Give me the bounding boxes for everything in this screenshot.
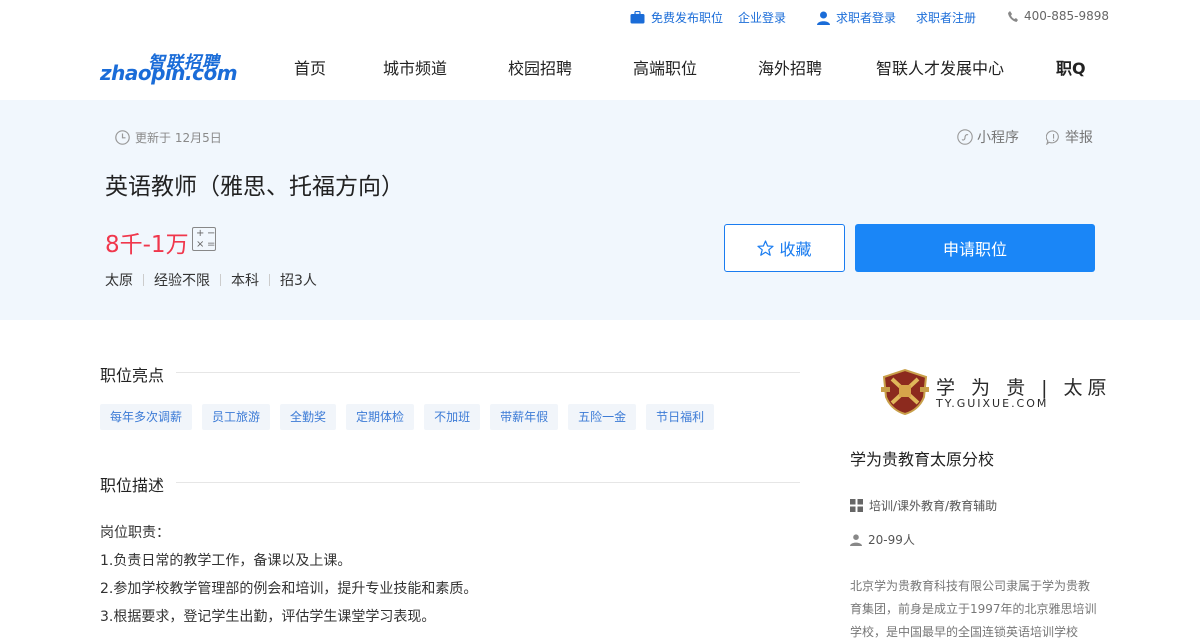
- highlight-tag: 节日福利: [646, 404, 715, 430]
- company-name[interactable]: 学为贵教育太原分校: [850, 446, 994, 470]
- company-logo-url: TY.GUIXUE.COM: [936, 397, 1049, 410]
- job-title: 英语教师（雅思、托福方向）: [105, 174, 404, 200]
- divider: [176, 482, 800, 483]
- job-summary-banner: 更新于 12月5日 小程序 举报 英语教师（雅思、托福方向） 8千-1万 + −…: [0, 100, 1200, 320]
- seeker-login-link[interactable]: 求职者登录: [817, 9, 896, 26]
- salary-calculator-icon[interactable]: + − × =: [192, 227, 216, 251]
- job-requirements: 太原 经验不限 本科 招3人: [105, 270, 317, 290]
- favorite-label: 收藏: [779, 240, 812, 259]
- phone-icon: [1008, 10, 1018, 22]
- company-intro: 北京学为贵教育科技有限公司隶属于学为贵教育集团，前身是成立于1997年的北京雅思…: [850, 579, 1097, 639]
- req-headcount: 招3人: [280, 273, 317, 289]
- main-header: 智联招聘 zhaopin.com 首页 城市频道 校园招聘 高端职位 海外招聘 …: [0, 34, 1200, 100]
- mini-program-icon: [957, 129, 973, 145]
- description-heading: 职位描述: [100, 476, 165, 495]
- favorite-button[interactable]: 收藏: [724, 224, 845, 272]
- hotline: 400-885-9898: [1008, 9, 1109, 23]
- zhaopin-logo[interactable]: 智联招聘 zhaopin.com: [100, 48, 238, 90]
- company-industry-text: 培训/课外教育/教育辅助: [869, 499, 998, 513]
- user-icon: [817, 11, 830, 25]
- seeker-login-label: 求职者登录: [836, 11, 897, 25]
- divider: [269, 274, 270, 286]
- description-line: 岗位职责：: [100, 525, 170, 541]
- mini-program-label: 小程序: [977, 130, 1019, 146]
- company-size: 20-99人: [850, 531, 915, 548]
- req-city: 太原: [105, 273, 133, 289]
- highlights-heading: 职位亮点: [100, 366, 165, 385]
- post-job-link[interactable]: 免费发布职位: [630, 9, 723, 26]
- nav-talent-center[interactable]: 智联人才发展中心: [876, 55, 1004, 79]
- post-job-label: 免费发布职位: [651, 11, 724, 25]
- clock-icon: [115, 130, 130, 145]
- briefcase-icon: [630, 11, 645, 24]
- mini-program-link[interactable]: 小程序: [957, 127, 1019, 147]
- logo-text-en: zhaopin.com: [100, 61, 238, 85]
- job-description: 岗位职责： 1.负责日常的教学工作，备课以及上课。 2.参加学校教学管理部的例会…: [100, 519, 477, 631]
- grid-icon: [850, 499, 863, 512]
- nav-home[interactable]: 首页: [294, 55, 326, 79]
- company-industry: 培训/课外教育/教育辅助: [850, 497, 997, 514]
- salary: 8千-1万: [105, 232, 189, 258]
- highlight-tag: 全勤奖: [280, 404, 337, 430]
- highlight-tag: 不加班: [424, 404, 481, 430]
- description-line: 1.负责日常的教学工作，备课以及上课。: [100, 553, 352, 569]
- seeker-register-link[interactable]: 求职者注册: [916, 9, 976, 26]
- description-line: 2.参加学校教学管理部的例会和培训，提升专业技能和素质。: [100, 581, 478, 597]
- company-logo[interactable]: 学 为 贵 | 太原 TY.GUIXUE.COM: [880, 367, 1107, 417]
- highlight-tag: 每年多次调薪: [100, 404, 193, 430]
- divider: [220, 274, 221, 286]
- nav-city-channel[interactable]: 城市频道: [383, 55, 447, 79]
- top-utility-bar: 免费发布职位 企业登录 求职者登录 求职者注册 400-885-9898: [0, 0, 1200, 34]
- employer-login-label: 企业登录: [738, 11, 787, 25]
- person-icon: [850, 533, 862, 546]
- star-icon: [757, 239, 775, 256]
- update-time-text: 更新于 12月5日: [135, 131, 222, 145]
- req-experience: 经验不限: [154, 273, 210, 289]
- highlight-tag: 五险一金: [568, 404, 637, 430]
- employer-login-link[interactable]: 企业登录: [738, 9, 786, 26]
- divider: [143, 274, 144, 286]
- shield-crest-icon: [881, 368, 929, 415]
- apply-button[interactable]: 申请职位: [855, 224, 1095, 272]
- seeker-register-label: 求职者注册: [916, 11, 977, 25]
- report-link[interactable]: 举报: [1046, 127, 1093, 147]
- nav-high-end[interactable]: 高端职位: [633, 55, 697, 79]
- company-size-text: 20-99人: [868, 533, 915, 547]
- highlight-tag: 员工旅游: [202, 404, 271, 430]
- company-logo-text: 学 为 贵 | 太原: [936, 377, 1112, 399]
- highlight-tags: 每年多次调薪 员工旅游 全勤奖 定期体检 不加班 带薪年假 五险一金 节日福利: [100, 404, 715, 430]
- nav-campus[interactable]: 校园招聘: [508, 55, 572, 79]
- apply-label: 申请职位: [942, 240, 1007, 259]
- update-time: 更新于 12月5日: [115, 129, 222, 146]
- divider: [176, 372, 800, 373]
- nav-zhiq[interactable]: 职Q: [1056, 55, 1086, 79]
- highlight-tag: 带薪年假: [490, 404, 559, 430]
- warning-icon: [1046, 129, 1059, 145]
- report-label: 举报: [1065, 130, 1093, 146]
- nav-overseas[interactable]: 海外招聘: [758, 55, 822, 79]
- req-education: 本科: [231, 273, 259, 289]
- hotline-number: 400-885-9898: [1024, 9, 1110, 23]
- highlight-tag: 定期体检: [346, 404, 415, 430]
- description-line: 3.根据要求，登记学生出勤，评估学生课堂学习表现。: [100, 609, 436, 625]
